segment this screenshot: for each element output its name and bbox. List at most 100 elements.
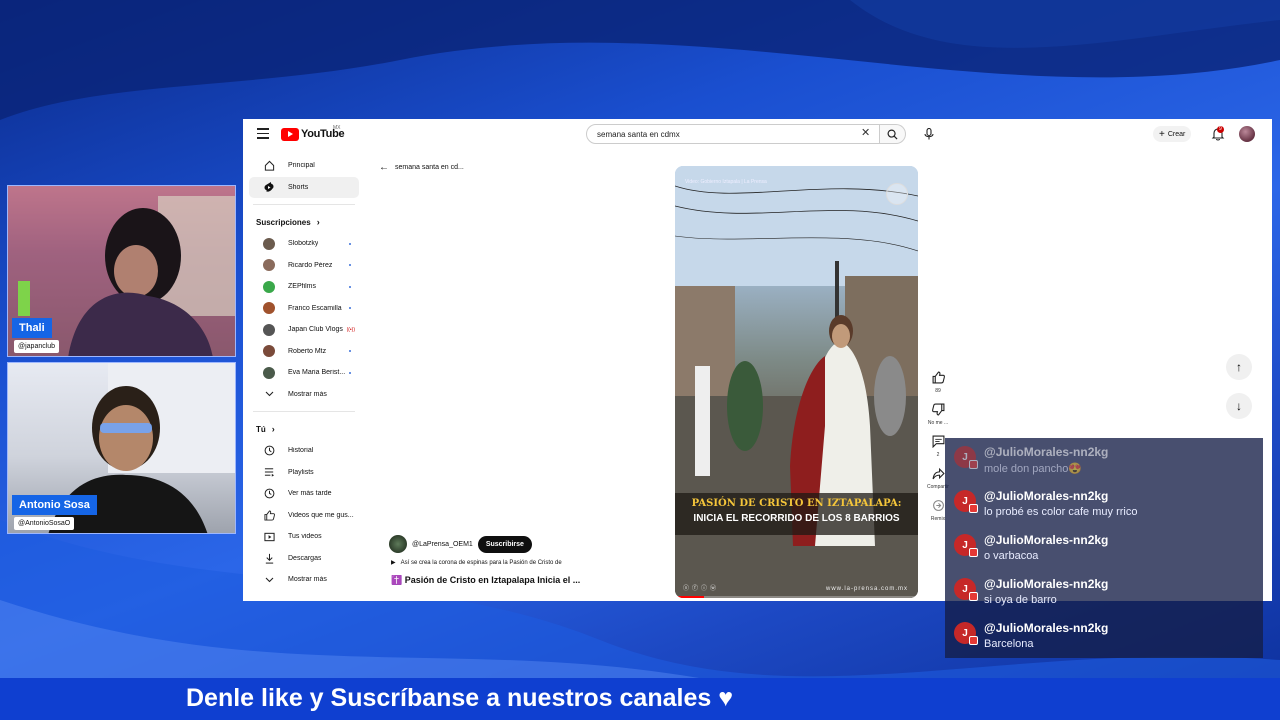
channel-name[interactable]: @LaPrensa_OEM1 [412,541,473,548]
show-more-button[interactable]: Mostrar más [249,569,359,591]
sidebar-item-subscription[interactable]: Japan Club Vlogs ((•)) [249,319,359,341]
show-more-button[interactable]: Mostrar más [249,384,359,406]
chat-text: Barcelona [984,638,1034,650]
microphone-button[interactable] [921,126,937,142]
subscribe-button[interactable]: Suscribirse [477,535,532,553]
channel-avatar [263,366,275,379]
chevron-down-icon [263,574,275,586]
channel-avatar [263,280,275,293]
channel-avatar[interactable] [389,535,407,553]
avatar[interactable] [1239,126,1255,142]
video-icon [263,531,275,543]
sidebar-item-shorts[interactable]: Shorts [249,176,359,198]
arrow-down-icon: ↓ [1236,399,1242,413]
chat-username: @JulioMorales-nn2kg [984,489,1109,503]
menu-icon[interactable] [257,128,269,139]
channel-avatar [263,302,275,315]
previous-short-button[interactable]: ↑ [1226,354,1252,380]
chat-username: @JulioMorales-nn2kg [984,445,1109,459]
sidebar-item-subscription[interactable]: Roberto Mtz [249,341,359,363]
channel-avatar [263,323,275,336]
chat-message: J @JulioMorales-nn2kg si oya de barro [945,570,1263,614]
cam-handle-label: @japanclub [14,340,60,353]
playlist-icon [263,466,275,478]
video-credit: Video: Gobierno Iztapala | La Prensa [685,179,767,185]
divider [253,204,355,205]
video-caption: PASIÓN DE CRISTO EN IZTAPALAPA: INICIA E… [675,493,918,535]
sidebar-item-liked-videos[interactable]: Videos que me gus... [249,505,359,527]
sidebar-item-label: Japan Club Vlogs [288,326,343,334]
video-description[interactable]: ▶ Así se crea la corona de espinas para l… [391,559,562,566]
video-url-watermark: www.la-prensa.com.mx [825,586,908,592]
youtube-logo[interactable]: YouTube MX [281,125,345,141]
plus-icon: + [1159,128,1165,140]
new-content-dot [349,350,351,353]
chat-text: o varbacoa [984,550,1039,562]
subscriptions-heading[interactable]: Suscripciones › [243,211,365,233]
arrow-up-icon: ↑ [1236,360,1242,374]
sidebar-item-subscription[interactable]: ZEPfilms [249,276,359,298]
caption-line2: INICIA EL RECORRIDO DE LOS 8 BARRIOS [693,513,900,524]
sidebar-item-label: Tus videos [288,533,322,541]
dislike-button[interactable]: No me ... [927,400,949,426]
create-button[interactable]: + Crear [1153,126,1192,142]
chevron-right-icon: › [316,217,320,227]
bottom-banner: Denle like y Suscríbanse a nuestros cana… [0,678,1280,720]
you-heading[interactable]: Tú › [243,418,365,440]
channel-avatar [263,237,275,250]
cam-name-label: Antonio Sosa [12,495,97,515]
country-code: MX [333,125,341,131]
close-icon[interactable]: ✕ [861,127,870,139]
next-short-button[interactable]: ↓ [1226,393,1252,419]
chat-message: J @JulioMorales-nn2kg lo probé es color … [945,482,1263,526]
create-label: Crear [1167,130,1186,138]
sidebar-item-label: Roberto Mtz [288,347,327,355]
search-input[interactable]: semana santa en cdmx [586,124,880,144]
search-icon [887,129,898,140]
new-content-dot [349,285,351,288]
thumbs-down-icon [929,400,947,418]
search-button[interactable] [880,124,906,144]
sidebar-item-your-videos[interactable]: Tus videos [249,526,359,548]
new-content-dot [349,242,351,245]
sidebar-item-history[interactable]: Historial [249,440,359,462]
sidebar: Principal Shorts Suscripciones › Slobotzk… [243,155,365,591]
new-content-dot [349,371,351,374]
avatar: J [954,446,978,469]
microphone-icon [924,128,934,140]
download-icon [263,552,275,564]
sidebar-item-principal[interactable]: Principal [249,155,359,177]
like-button[interactable]: 89 [927,368,949,394]
sidebar-item-watch-later[interactable]: Ver más tarde [249,483,359,505]
back-button[interactable]: ← semana santa en cd... [379,162,464,173]
sidebar-item-label: Mostrar más [288,390,327,398]
shorts-icon [263,181,275,193]
banner-text: Denle like y Suscríbanse a nuestros cana… [186,684,734,712]
sidebar-item-subscription[interactable]: Ricardo Pérez [249,255,359,277]
chat-text: si oya de barro [984,594,1057,606]
webcam-thali: Thali @japanclub [7,185,236,357]
progress-bar[interactable] [675,596,918,598]
short-video-player[interactable]: Video: Gobierno Iztapala | La Prensa PAS… [675,166,918,598]
live-chat-overlay: J @JulioMorales-nn2kg mole don pancho😍 J… [945,438,1263,658]
sidebar-item-playlists[interactable]: Playlists [249,462,359,484]
sidebar-item-downloads[interactable]: Descargas [249,548,359,570]
subscriptions-heading-label: Suscripciones [256,217,311,227]
home-icon [263,160,275,172]
sidebar-item-subscription[interactable]: Franco Escamilla [249,298,359,320]
webcam-antonio: Antonio Sosa @AntonioSosaO [7,362,236,534]
sidebar-item-subscription[interactable]: Slobotzky [249,233,359,255]
channel-row: @LaPrensa_OEM1 Suscribirse [389,535,532,553]
chevron-down-icon [263,388,275,400]
sidebar-item-label: Shorts [288,183,309,191]
thumbs-up-icon [929,368,947,386]
youtube-topbar: YouTube MX semana santa en cdmx ✕ + Crea… [243,119,1272,149]
caption-line1: PASIÓN DE CRISTO EN IZTAPALAPA: [691,498,902,509]
chat-message: J @JulioMorales-nn2kg Barcelona [945,614,1263,658]
progress-fill [675,596,705,598]
sidebar-item-subscription[interactable]: Eva Maria Berist... [249,362,359,384]
sidebar-item-label: Descargas [288,554,322,562]
video-title[interactable]: ✝️ Pasión de Cristo en Iztapalapa Inicia… [391,575,580,586]
notification-badge: 9 [1217,126,1224,133]
chat-username: @JulioMorales-nn2kg [984,533,1109,547]
